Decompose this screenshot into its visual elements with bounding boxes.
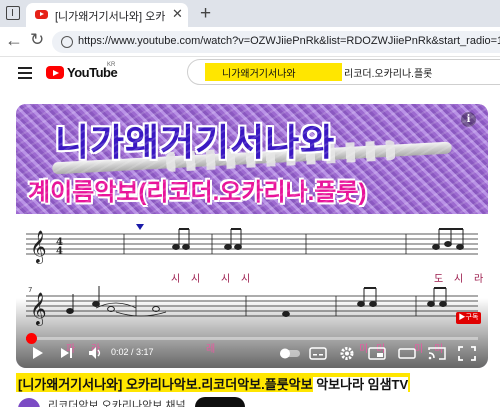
tab-strip: [니가왜거기서나와] 오카리나악보 ✕ + (0, 0, 500, 27)
fullscreen-icon[interactable] (458, 344, 476, 362)
subtitles-icon[interactable] (309, 344, 327, 362)
reload-icon[interactable]: ↻ (30, 30, 44, 50)
youtube-favicon-icon (35, 10, 48, 19)
theater-icon[interactable] (398, 344, 416, 362)
flute-keys-illustration (165, 139, 397, 173)
channel-avatar[interactable] (18, 398, 40, 407)
flute-illustration (51, 141, 453, 175)
time-display: 0:02 / 3:17 (111, 347, 154, 357)
video-frame-title: 니가왜거기서나와 (55, 122, 336, 163)
time-current: 0:02 (111, 347, 129, 357)
sheet-music: 𝄞 𝄞 4 4 7 (16, 214, 488, 368)
progress-bar[interactable] (25, 333, 478, 344)
cast-icon[interactable] (428, 344, 446, 362)
subscribe-watermark-badge[interactable]: ▶구독 (456, 312, 481, 324)
next-icon[interactable] (60, 344, 74, 362)
search-query-highlighted-text: 니가왜거기서나와 (222, 69, 296, 80)
info-icon[interactable]: i (461, 112, 476, 127)
tab-actions-icon[interactable] (6, 6, 20, 20)
lyric-row1-left: 시 시 (171, 274, 205, 285)
youtube-masthead: YouTube KR 니가왜거기서나와 리코더.오카리나.플롯 (0, 57, 500, 97)
lyric-row2-c: 레 (206, 344, 220, 355)
subscribe-button[interactable] (195, 397, 245, 407)
video-title: [니가왜거기서나와] 오카리나악보.리코더악보.플룻악보 악보나라 임샘TV (16, 373, 411, 392)
svg-text:7: 7 (28, 286, 32, 294)
video-title-rest: 악보나라 임샘TV (312, 377, 409, 392)
browser-window: [니가왜거기서나와] 오카리나악보 ✕ + ← ↻ https://www.yo… (0, 0, 500, 407)
settings-icon[interactable] (338, 344, 356, 362)
url-text[interactable]: https://www.youtube.com/watch?v=OZWJiieP… (78, 35, 500, 47)
back-arrow-icon[interactable]: ← (5, 30, 23, 51)
navigation-bar: ← ↻ https://www.youtube.com/watch?v=OZWJ… (0, 27, 500, 57)
video-frame-subtitle: 계이름악보(리코더.오카리나.플룻) (28, 179, 367, 206)
tab-close-icon[interactable]: ✕ (172, 6, 183, 22)
tab-title: [니가왜거기서나와] 오카리나악보 (55, 11, 165, 23)
new-tab-button[interactable]: + (200, 3, 211, 25)
time-total: 3:17 (136, 347, 154, 357)
lyric-row1-right: 도 시 라 (434, 274, 488, 285)
miniplayer-icon[interactable] (368, 344, 386, 362)
browser-tab-active[interactable]: [니가왜거기서나와] 오카리나악보 ✕ (26, 3, 188, 27)
country-code: KR (107, 62, 116, 68)
channel-name[interactable]: 리코더악보.오카리나악보 채널 (48, 397, 186, 407)
site-info-icon[interactable] (61, 36, 73, 48)
youtube-logo-icon[interactable] (46, 66, 64, 79)
video-frame-banner: 니가왜거기서나와 계이름악보(리코더.오카리나.플룻) i (16, 104, 488, 214)
svg-text:𝄞: 𝄞 (30, 230, 47, 264)
time-separator: / (128, 347, 137, 357)
controls-gradient (16, 298, 488, 368)
search-query-text: 리코더.오카리나.플롯 (344, 69, 433, 80)
progress-scrubber-handle[interactable] (25, 333, 37, 344)
play-icon[interactable] (32, 344, 44, 362)
video-player[interactable]: 니가왜거기서나와 계이름악보(리코더.오카리나.플룻) i 𝄞 𝄞 4 4 7 (16, 104, 488, 368)
volume-icon[interactable] (88, 344, 104, 362)
autoplay-toggle-icon[interactable] (279, 344, 301, 362)
search-input[interactable]: 니가왜거기서나와 리코더.오카리나.플롯 (187, 59, 500, 85)
svg-text:4: 4 (56, 246, 63, 257)
video-title-highlighted: [니가왜거기서나와] 오카리나악보.리코더악보.플룻악보 (18, 377, 313, 392)
hamburger-menu-icon[interactable] (18, 67, 32, 79)
lyric-row1-mid: 시 시 (221, 274, 255, 285)
address-bar[interactable]: https://www.youtube.com/watch?v=OZWJiieP… (52, 31, 500, 53)
